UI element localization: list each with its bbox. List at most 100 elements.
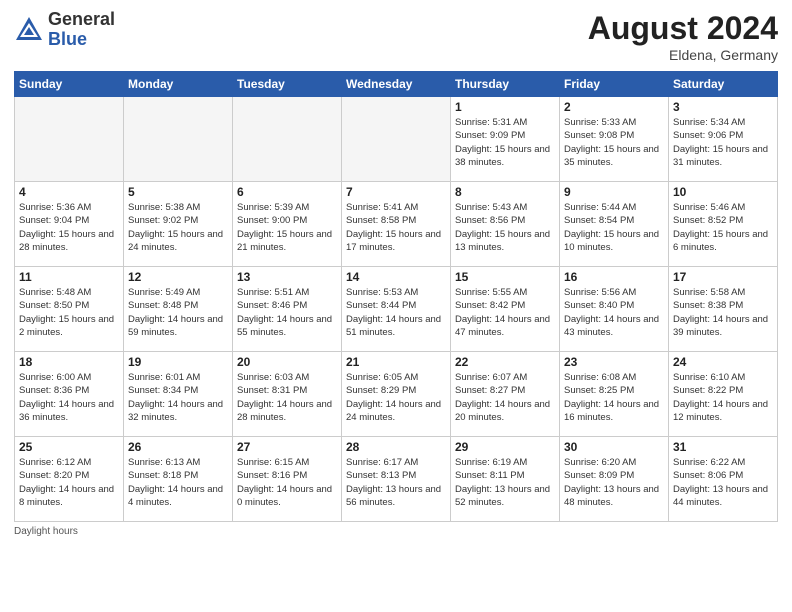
- day-number: 17: [673, 270, 773, 284]
- day-info: Sunrise: 5:55 AM Sunset: 8:42 PM Dayligh…: [455, 286, 555, 339]
- calendar-cell: 28 Sunrise: 6:17 AM Sunset: 8:13 PM Dayli…: [342, 437, 451, 522]
- day-info: Sunrise: 6:08 AM Sunset: 8:25 PM Dayligh…: [564, 371, 664, 424]
- day-number: 28: [346, 440, 446, 454]
- title-block: August 2024 Eldena, Germany: [588, 10, 778, 63]
- calendar-cell: 25 Sunrise: 6:12 AM Sunset: 8:20 PM Dayli…: [15, 437, 124, 522]
- calendar-cell: 1Sunrise: 5:31 AM Sunset: 9:09 PM Daylig…: [451, 97, 560, 182]
- calendar-week-row: 11Sunrise: 5:48 AM Sunset: 8:50 PM Dayli…: [15, 267, 778, 352]
- calendar-cell: [233, 97, 342, 182]
- calendar-cell: 7 Sunrise: 5:41 AM Sunset: 8:58 PM Daylig…: [342, 182, 451, 267]
- calendar-cell: 21 Sunrise: 6:05 AM Sunset: 8:29 PM Dayli…: [342, 352, 451, 437]
- day-info: Sunrise: 6:05 AM Sunset: 8:29 PM Dayligh…: [346, 371, 446, 424]
- calendar-cell: 8 Sunrise: 5:43 AM Sunset: 8:56 PM Daylig…: [451, 182, 560, 267]
- day-info: Sunrise: 5:43 AM Sunset: 8:56 PM Dayligh…: [455, 201, 555, 254]
- day-number: 8: [455, 185, 555, 199]
- calendar-table: SundayMondayTuesdayWednesdayThursdayFrid…: [14, 71, 778, 522]
- day-info: Sunrise: 5:36 AM Sunset: 9:04 PM Dayligh…: [19, 201, 119, 254]
- calendar-header-row: SundayMondayTuesdayWednesdayThursdayFrid…: [15, 72, 778, 97]
- day-number: 29: [455, 440, 555, 454]
- day-number: 12: [128, 270, 228, 284]
- day-number: 11: [19, 270, 119, 284]
- calendar-cell: 27 Sunrise: 6:15 AM Sunset: 8:16 PM Dayli…: [233, 437, 342, 522]
- logo-general: General: [48, 10, 115, 30]
- day-info: Sunrise: 5:44 AM Sunset: 8:54 PM Dayligh…: [564, 201, 664, 254]
- day-info: Sunrise: 5:56 AM Sunset: 8:40 PM Dayligh…: [564, 286, 664, 339]
- day-info: Sunrise: 6:20 AM Sunset: 8:09 PM Dayligh…: [564, 456, 664, 509]
- day-number: 9: [564, 185, 664, 199]
- calendar-cell: [342, 97, 451, 182]
- day-info: Sunrise: 6:15 AM Sunset: 8:16 PM Dayligh…: [237, 456, 337, 509]
- day-number: 4: [19, 185, 119, 199]
- calendar-cell: 9 Sunrise: 5:44 AM Sunset: 8:54 PM Daylig…: [560, 182, 669, 267]
- day-info: Sunrise: 6:00 AM Sunset: 8:36 PM Dayligh…: [19, 371, 119, 424]
- calendar-cell: 17 Sunrise: 5:58 AM Sunset: 8:38 PM Dayli…: [669, 267, 778, 352]
- calendar-week-row: 1Sunrise: 5:31 AM Sunset: 9:09 PM Daylig…: [15, 97, 778, 182]
- day-number: 23: [564, 355, 664, 369]
- day-number: 21: [346, 355, 446, 369]
- calendar-cell: 23 Sunrise: 6:08 AM Sunset: 8:25 PM Dayli…: [560, 352, 669, 437]
- day-info: Sunrise: 6:12 AM Sunset: 8:20 PM Dayligh…: [19, 456, 119, 509]
- calendar-week-row: 18 Sunrise: 6:00 AM Sunset: 8:36 PM Dayli…: [15, 352, 778, 437]
- footer-note: Daylight hours: [14, 526, 778, 537]
- day-info: Sunrise: 6:10 AM Sunset: 8:22 PM Dayligh…: [673, 371, 773, 424]
- day-info: Sunrise: 5:31 AM Sunset: 9:09 PM Dayligh…: [455, 116, 555, 169]
- day-number: 18: [19, 355, 119, 369]
- day-info: Sunrise: 5:51 AM Sunset: 8:46 PM Dayligh…: [237, 286, 337, 339]
- day-info: Sunrise: 6:07 AM Sunset: 8:27 PM Dayligh…: [455, 371, 555, 424]
- day-info: Sunrise: 6:22 AM Sunset: 8:06 PM Dayligh…: [673, 456, 773, 509]
- day-info: Sunrise: 6:13 AM Sunset: 8:18 PM Dayligh…: [128, 456, 228, 509]
- calendar-cell: [124, 97, 233, 182]
- calendar-cell: 4 Sunrise: 5:36 AM Sunset: 9:04 PM Daylig…: [15, 182, 124, 267]
- calendar-cell: 15 Sunrise: 5:55 AM Sunset: 8:42 PM Dayli…: [451, 267, 560, 352]
- day-number: 27: [237, 440, 337, 454]
- calendar-header-wednesday: Wednesday: [342, 72, 451, 97]
- day-info: Sunrise: 5:58 AM Sunset: 8:38 PM Dayligh…: [673, 286, 773, 339]
- day-number: 25: [19, 440, 119, 454]
- day-info: Sunrise: 5:46 AM Sunset: 8:52 PM Dayligh…: [673, 201, 773, 254]
- calendar-header-thursday: Thursday: [451, 72, 560, 97]
- calendar-week-row: 4 Sunrise: 5:36 AM Sunset: 9:04 PM Daylig…: [15, 182, 778, 267]
- calendar-cell: 2Sunrise: 5:33 AM Sunset: 9:08 PM Daylig…: [560, 97, 669, 182]
- calendar-cell: 29Sunrise: 6:19 AM Sunset: 8:11 PM Dayli…: [451, 437, 560, 522]
- day-number: 6: [237, 185, 337, 199]
- logo-icon: [14, 15, 44, 45]
- calendar-cell: [15, 97, 124, 182]
- day-info: Sunrise: 5:41 AM Sunset: 8:58 PM Dayligh…: [346, 201, 446, 254]
- calendar-cell: 3Sunrise: 5:34 AM Sunset: 9:06 PM Daylig…: [669, 97, 778, 182]
- day-number: 14: [346, 270, 446, 284]
- calendar-cell: 16 Sunrise: 5:56 AM Sunset: 8:40 PM Dayli…: [560, 267, 669, 352]
- day-info: Sunrise: 6:17 AM Sunset: 8:13 PM Dayligh…: [346, 456, 446, 509]
- day-info: Sunrise: 5:53 AM Sunset: 8:44 PM Dayligh…: [346, 286, 446, 339]
- logo: General Blue: [14, 10, 115, 50]
- day-info: Sunrise: 5:38 AM Sunset: 9:02 PM Dayligh…: [128, 201, 228, 254]
- month-year: August 2024: [588, 10, 778, 47]
- day-info: Sunrise: 6:03 AM Sunset: 8:31 PM Dayligh…: [237, 371, 337, 424]
- calendar-cell: 5Sunrise: 5:38 AM Sunset: 9:02 PM Daylig…: [124, 182, 233, 267]
- calendar-header-friday: Friday: [560, 72, 669, 97]
- day-number: 16: [564, 270, 664, 284]
- day-number: 10: [673, 185, 773, 199]
- calendar-cell: 30 Sunrise: 6:20 AM Sunset: 8:09 PM Dayli…: [560, 437, 669, 522]
- calendar-cell: 26Sunrise: 6:13 AM Sunset: 8:18 PM Dayli…: [124, 437, 233, 522]
- calendar-cell: 24Sunrise: 6:10 AM Sunset: 8:22 PM Dayli…: [669, 352, 778, 437]
- calendar-cell: 14 Sunrise: 5:53 AM Sunset: 8:44 PM Dayli…: [342, 267, 451, 352]
- day-number: 3: [673, 100, 773, 114]
- logo-blue-text: Blue: [48, 30, 115, 50]
- calendar-cell: 31Sunrise: 6:22 AM Sunset: 8:06 PM Dayli…: [669, 437, 778, 522]
- day-number: 30: [564, 440, 664, 454]
- day-number: 15: [455, 270, 555, 284]
- day-info: Sunrise: 5:39 AM Sunset: 9:00 PM Dayligh…: [237, 201, 337, 254]
- calendar-header-sunday: Sunday: [15, 72, 124, 97]
- page-header: General Blue August 2024 Eldena, Germany: [14, 10, 778, 63]
- day-number: 20: [237, 355, 337, 369]
- calendar-cell: 10 Sunrise: 5:46 AM Sunset: 8:52 PM Dayli…: [669, 182, 778, 267]
- day-number: 7: [346, 185, 446, 199]
- location: Eldena, Germany: [588, 47, 778, 63]
- calendar-cell: 19Sunrise: 6:01 AM Sunset: 8:34 PM Dayli…: [124, 352, 233, 437]
- logo-text: General Blue: [48, 10, 115, 50]
- day-number: 13: [237, 270, 337, 284]
- calendar-cell: 20 Sunrise: 6:03 AM Sunset: 8:31 PM Dayli…: [233, 352, 342, 437]
- calendar-header-saturday: Saturday: [669, 72, 778, 97]
- day-info: Sunrise: 5:33 AM Sunset: 9:08 PM Dayligh…: [564, 116, 664, 169]
- day-number: 22: [455, 355, 555, 369]
